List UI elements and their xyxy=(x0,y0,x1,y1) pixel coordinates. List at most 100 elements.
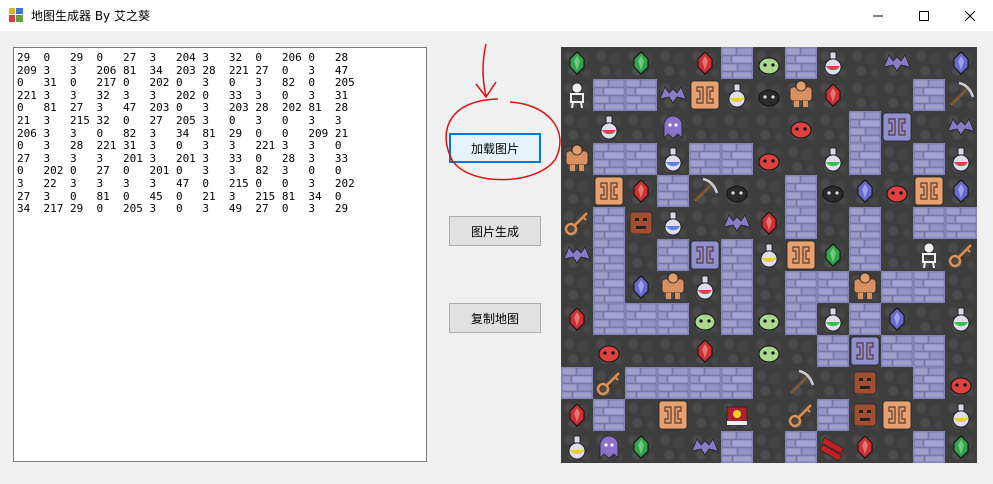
map-tile-pickaxe xyxy=(945,79,977,111)
map-tile-potion-yellow xyxy=(561,431,593,463)
map-tile-golem xyxy=(849,271,881,303)
map-tile-slime-red xyxy=(785,111,817,143)
map-tile-wall xyxy=(625,303,657,335)
map-tile-floor xyxy=(753,111,785,143)
map-tile-key xyxy=(561,207,593,239)
load-image-button[interactable]: 加载图片 xyxy=(449,133,541,163)
map-tile-wall xyxy=(689,367,721,399)
map-tile-wall xyxy=(721,303,753,335)
map-tile-floor xyxy=(849,47,881,79)
map-tile-floor xyxy=(913,303,945,335)
map-tile-slime-red xyxy=(945,367,977,399)
map-tile-wall xyxy=(785,207,817,239)
map-tile-floor xyxy=(689,111,721,143)
map-canvas xyxy=(561,47,977,463)
map-tile-wall xyxy=(593,239,625,271)
generate-image-button[interactable]: 图片生成 xyxy=(449,216,541,246)
map-tile-golem xyxy=(657,271,689,303)
map-tile-floor xyxy=(657,335,689,367)
map-tile-gem-red xyxy=(561,303,593,335)
map-tile-floor xyxy=(849,79,881,111)
map-tile-gem-red xyxy=(625,175,657,207)
map-tile-totem xyxy=(849,367,881,399)
map-tile-gem-blue xyxy=(849,175,881,207)
map-tile-floor xyxy=(753,399,785,431)
map-tile-door-blue xyxy=(881,111,913,143)
map-tile-wall xyxy=(913,207,945,239)
close-button[interactable] xyxy=(947,0,993,31)
map-tile-potion-green xyxy=(817,143,849,175)
close-icon xyxy=(964,10,976,21)
map-tile-potion-blue xyxy=(657,207,689,239)
map-tile-gem-green xyxy=(625,47,657,79)
map-tile-door-orange xyxy=(689,79,721,111)
map-tile-floor xyxy=(881,239,913,271)
map-tile-wall xyxy=(785,271,817,303)
minimize-button[interactable] xyxy=(855,0,901,31)
map-tile-wall xyxy=(593,79,625,111)
map-text-row: 29 0 29 0 27 3 204 3 32 0 206 0 28 xyxy=(17,51,362,64)
map-text-row: 21 3 215 32 0 27 205 3 0 3 0 3 3 xyxy=(17,113,362,127)
maximize-button[interactable] xyxy=(901,0,947,31)
map-tile-wall xyxy=(849,303,881,335)
map-tile-key xyxy=(785,399,817,431)
map-tile-floor xyxy=(881,79,913,111)
map-tile-wall xyxy=(721,431,753,463)
map-tile-gem-red xyxy=(849,431,881,463)
map-tile-bat-purple xyxy=(881,47,913,79)
map-tile-pickaxe xyxy=(785,367,817,399)
map-tile-totem xyxy=(625,207,657,239)
map-image xyxy=(561,47,977,463)
map-tile-wall xyxy=(593,271,625,303)
map-tile-potion-green xyxy=(945,303,977,335)
maximize-icon xyxy=(919,10,929,21)
map-tile-slime-green xyxy=(753,47,785,79)
title-bar: 地图生成器 By 艾之葵 xyxy=(0,0,993,31)
map-tile-gem-green xyxy=(561,47,593,79)
map-tile-floor xyxy=(817,207,849,239)
map-tile-floor xyxy=(817,111,849,143)
map-tile-floor xyxy=(561,111,593,143)
map-tile-floor xyxy=(561,175,593,207)
map-tile-potion-red xyxy=(689,271,721,303)
map-tile-wall xyxy=(881,335,913,367)
map-tile-key xyxy=(945,239,977,271)
map-tile-wall xyxy=(849,143,881,175)
map-tile-bat-purple xyxy=(721,207,753,239)
map-tile-floor xyxy=(689,207,721,239)
map-tile-door-orange xyxy=(657,399,689,431)
map-tile-floor xyxy=(945,271,977,303)
map-tile-door-blue xyxy=(689,239,721,271)
map-tile-slime-green xyxy=(753,335,785,367)
map-tile-wall xyxy=(945,207,977,239)
map-tile-floor xyxy=(785,143,817,175)
map-tile-floor xyxy=(625,399,657,431)
map-tile-wall xyxy=(625,367,657,399)
map-tile-wall xyxy=(913,143,945,175)
map-tile-skeleton xyxy=(561,79,593,111)
map-tile-floor xyxy=(593,47,625,79)
map-tile-floor xyxy=(913,399,945,431)
map-tile-wall xyxy=(625,143,657,175)
map-tile-door-orange xyxy=(593,175,625,207)
map-tile-wall xyxy=(721,239,753,271)
copy-map-button[interactable]: 复制地图 xyxy=(449,303,541,333)
map-tile-floor xyxy=(721,111,753,143)
map-tile-potion-yellow xyxy=(753,239,785,271)
map-tile-floor xyxy=(657,47,689,79)
map-tile-floor xyxy=(913,111,945,143)
app-icon xyxy=(9,8,23,22)
map-tile-skeleton xyxy=(913,239,945,271)
map-tile-wall xyxy=(561,367,593,399)
map-tile-gem-red xyxy=(817,79,849,111)
map-tile-potion-yellow xyxy=(945,399,977,431)
map-tile-wall xyxy=(913,79,945,111)
map-text-area[interactable]: 29 0 29 0 27 3 204 3 32 0 206 0 28 209 3… xyxy=(13,47,427,462)
map-tile-wall xyxy=(913,335,945,367)
map-tile-floor xyxy=(689,399,721,431)
map-tile-wall xyxy=(913,367,945,399)
map-tile-potion-blue xyxy=(657,143,689,175)
map-tile-wall xyxy=(913,431,945,463)
map-tile-floor xyxy=(785,335,817,367)
map-tile-floor xyxy=(657,431,689,463)
